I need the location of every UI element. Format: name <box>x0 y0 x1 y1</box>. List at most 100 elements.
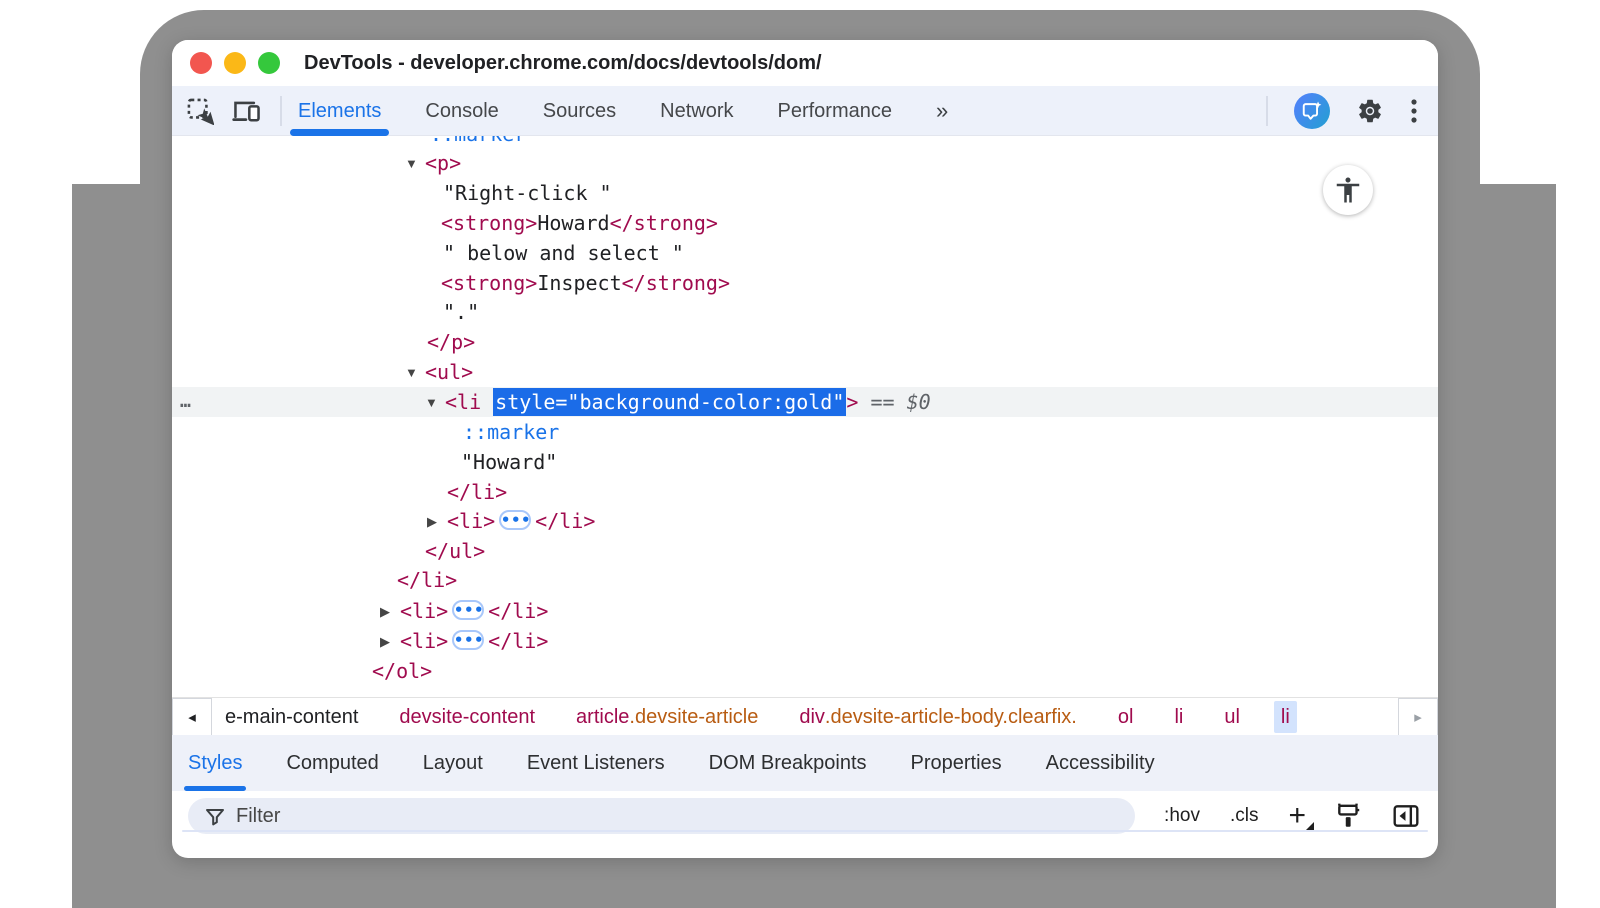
window-title: DevTools - developer.chrome.com/docs/dev… <box>304 52 822 75</box>
tag-token: </ul> <box>425 539 485 563</box>
settings-gear-icon[interactable] <box>1356 97 1384 125</box>
toolbar-right-divider <box>1266 96 1268 126</box>
dom-tree-row[interactable]: ::marker <box>172 417 1438 447</box>
title-bar: DevTools - developer.chrome.com/docs/dev… <box>172 40 1438 86</box>
toggle-sidebar-icon[interactable] <box>1392 803 1420 829</box>
tab-layout[interactable]: Layout <box>423 735 483 791</box>
dom-tree-row[interactable]: ▼<p> <box>172 148 1438 178</box>
dom-tree-row[interactable]: <strong>Howard</strong> <box>172 208 1438 238</box>
dom-tree-row[interactable]: " below and select " <box>172 238 1438 268</box>
breadcrumb-item[interactable]: li <box>1167 701 1190 733</box>
expand-arrow-icon[interactable]: ▶ <box>380 597 400 627</box>
dom-tree-row[interactable]: </li> <box>172 565 1438 595</box>
accessibility-fab[interactable] <box>1323 165 1373 215</box>
expand-arrow-icon[interactable]: ▶ <box>427 507 447 537</box>
tag-token: </p> <box>427 330 475 354</box>
toolbar-right-icons <box>1266 86 1418 136</box>
minimize-window-button[interactable] <box>224 52 246 74</box>
main-tab-strip: Elements Console Sources Network Performance… <box>298 86 948 136</box>
expand-arrow-icon[interactable]: ▶ <box>380 627 400 657</box>
toggle-element-state-button[interactable]: :hov <box>1164 805 1200 827</box>
more-tabs-icon[interactable]: » <box>936 98 948 124</box>
text-token: "." <box>443 300 479 324</box>
tab-sources[interactable]: Sources <box>543 86 616 136</box>
tab-network[interactable]: Network <box>660 86 733 136</box>
tag-token: </li> <box>447 480 507 504</box>
zoom-window-button[interactable] <box>258 52 280 74</box>
dom-tree-row[interactable]: </ul> <box>172 536 1438 566</box>
ai-assistance-icon[interactable] <box>1294 93 1330 129</box>
inline-expand-icon[interactable]: ••• <box>452 600 484 620</box>
tab-event-listeners[interactable]: Event Listeners <box>527 735 665 791</box>
tag-token: <li> <box>400 599 448 623</box>
breadcrumb-item[interactable]: e-main-content <box>218 701 365 733</box>
dom-tree-row[interactable]: ▼<ul> <box>172 357 1438 387</box>
tag-token: <li> <box>400 629 448 653</box>
inspect-icon[interactable] <box>186 97 214 125</box>
filter-input[interactable] <box>188 798 1135 834</box>
dom-tree-row[interactable]: ▶<li>•••</li> <box>172 506 1438 536</box>
breadcrumb-item[interactable]: li <box>1274 701 1297 733</box>
close-window-button[interactable] <box>190 52 212 74</box>
tab-elements[interactable]: Elements <box>298 86 381 136</box>
accessibility-icon <box>1333 175 1363 205</box>
text-token: "Howard" <box>461 450 557 474</box>
dom-tree-row[interactable]: </li> <box>172 477 1438 507</box>
tag-token: </li> <box>397 568 457 592</box>
collapse-arrow-icon[interactable]: ▼ <box>425 388 445 418</box>
breadcrumb-part: ol <box>1118 706 1134 729</box>
toolbar-left-icons <box>186 86 282 136</box>
breadcrumb-item[interactable]: article.devsite-article <box>569 701 765 733</box>
breadcrumb-item[interactable]: devsite-content <box>392 701 542 733</box>
devtools-window: DevTools - developer.chrome.com/docs/dev… <box>172 40 1438 858</box>
tab-properties[interactable]: Properties <box>911 735 1002 791</box>
dom-tree-row[interactable]: ▶<li>•••</li> <box>172 596 1438 626</box>
tag-token: <li> <box>447 509 495 533</box>
dom-tree-row[interactable]: </ol> <box>172 656 1438 686</box>
device-toolbar-icon[interactable] <box>232 97 262 125</box>
inline-expand-icon[interactable]: ••• <box>499 510 531 530</box>
new-style-rule-button[interactable]: + <box>1288 806 1306 826</box>
breadcrumb-item[interactable]: div.devsite-article-body.clearfix. <box>792 701 1084 733</box>
breadcrumb-item[interactable]: ol <box>1111 701 1141 733</box>
tag-token: </strong> <box>622 271 730 295</box>
tab-accessibility[interactable]: Accessibility <box>1046 735 1155 791</box>
element-classes-button[interactable]: .cls <box>1230 805 1259 827</box>
row-more-actions-icon[interactable]: … <box>180 387 192 417</box>
tab-dom-breakpoints[interactable]: DOM Breakpoints <box>709 735 867 791</box>
collapse-arrow-icon[interactable]: ▼ <box>405 358 425 388</box>
text-token: "Right-click " <box>443 181 612 205</box>
sel-token: style="background-color:gold" <box>493 388 846 416</box>
dom-tree-row[interactable]: "Howard" <box>172 447 1438 477</box>
paint-roller-icon[interactable] <box>1336 802 1362 830</box>
breadcrumb-scroll-right-icon[interactable]: ▸ <box>1398 698 1438 736</box>
tag-token: </li> <box>535 509 595 533</box>
filter-pill <box>188 798 1135 834</box>
inline-expand-icon[interactable]: ••• <box>452 630 484 650</box>
collapse-arrow-icon[interactable]: ▼ <box>405 149 425 179</box>
filter-funnel-icon <box>204 806 226 828</box>
breadcrumb-part: .devsite-article <box>629 706 758 729</box>
dom-tree-row[interactable]: "Right-click " <box>172 178 1438 208</box>
dom-tree: ::marker ▼<p>"Right-click "<strong>Howard… <box>172 136 1438 697</box>
tab-console[interactable]: Console <box>425 86 498 136</box>
window-bottom-divider <box>182 830 1428 832</box>
tag-token: <strong> <box>441 271 537 295</box>
dom-tree-row[interactable]: ▶<li>•••</li> <box>172 626 1438 656</box>
dom-tree-row[interactable]: <strong>Inspect</strong> <box>172 268 1438 298</box>
tab-computed[interactable]: Computed <box>286 735 378 791</box>
tag-token: </li> <box>488 629 548 653</box>
sidebar-tab-strip: Styles Computed Layout Event Listeners DOM B… <box>172 735 1438 791</box>
breadcrumb-item[interactable]: ul <box>1217 701 1247 733</box>
dom-tree-row[interactable]: "." <box>172 297 1438 327</box>
tag-token: </strong> <box>610 211 718 235</box>
tab-styles[interactable]: Styles <box>188 735 242 791</box>
styles-filter-bar: :hov .cls + <box>172 791 1438 840</box>
breadcrumb-part: devsite-content <box>399 706 535 729</box>
op-token: == <box>858 390 906 414</box>
breadcrumb-scroll-left-icon[interactable]: ◂ <box>172 698 212 736</box>
tab-performance[interactable]: Performance <box>778 86 893 136</box>
dom-tree-row[interactable]: …▼<li style="background-color:gold"> == … <box>172 387 1438 417</box>
more-menu-icon[interactable] <box>1410 97 1418 125</box>
dom-tree-row[interactable]: </p> <box>172 327 1438 357</box>
